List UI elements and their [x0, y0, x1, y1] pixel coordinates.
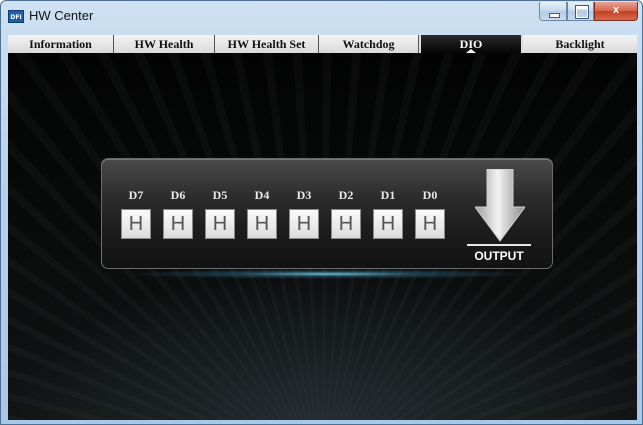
dio-panel: D7 H D6 H D5 H D4 H D3 H D2 H D1 H D0 H …	[101, 158, 553, 269]
output-underline	[467, 244, 531, 246]
down-arrow-icon	[475, 169, 525, 242]
bit-state-button[interactable]: H	[121, 209, 151, 239]
tab-dio[interactable]: DIO	[419, 35, 523, 53]
bit-d5: D5 H	[205, 185, 235, 239]
maximize-button[interactable]	[567, 2, 594, 21]
bit-d6: D6 H	[163, 185, 193, 239]
bit-state-button[interactable]: H	[415, 209, 445, 239]
bit-label: D5	[212, 188, 228, 202]
output-direction-toggle[interactable]: OUTPUT	[465, 167, 537, 265]
tab-bar: Information HW Health HW Health Set Watc…	[8, 35, 637, 53]
tab-hw-health-set[interactable]: HW Health Set	[215, 35, 319, 53]
panel-glow	[128, 269, 528, 279]
tab-label: Information	[29, 37, 92, 51]
bit-label: D2	[338, 188, 354, 202]
window-title: HW Center	[29, 8, 94, 23]
bit-d3: D3 H	[289, 185, 319, 239]
minimize-button[interactable]	[539, 2, 567, 21]
output-label: OUTPUT	[474, 249, 524, 263]
bit-state-button[interactable]: H	[331, 209, 361, 239]
tab-backlight[interactable]: Backlight	[523, 35, 637, 53]
bit-d4: D4 H	[247, 185, 277, 239]
title-bar[interactable]: DFI HW Center x	[1, 1, 642, 35]
bit-state-button[interactable]: H	[247, 209, 277, 239]
bit-state-button[interactable]: H	[205, 209, 235, 239]
bit-label: D7	[128, 188, 144, 202]
tab-label: HW Health	[134, 37, 194, 51]
tab-label: Watchdog	[342, 37, 395, 51]
bit-d1: D1 H	[373, 185, 403, 239]
tab-information[interactable]: Information	[8, 35, 114, 53]
bit-d7: D7 H	[121, 185, 151, 239]
tab-label: Backlight	[555, 37, 605, 51]
bit-label: D6	[170, 188, 186, 202]
bit-state-button[interactable]: H	[373, 209, 403, 239]
bit-label: D1	[380, 188, 396, 202]
bit-state-button[interactable]: H	[289, 209, 319, 239]
tab-hw-health[interactable]: HW Health	[114, 35, 215, 53]
client-area: Information HW Health HW Health Set Watc…	[8, 35, 637, 420]
bit-label: D4	[254, 188, 270, 202]
close-button[interactable]: x	[594, 2, 638, 21]
active-tab-marker-icon	[466, 49, 476, 53]
tab-watchdog[interactable]: Watchdog	[319, 35, 419, 53]
bit-d0: D0 H	[415, 185, 445, 239]
bit-state-button[interactable]: H	[163, 209, 193, 239]
app-window: DFI HW Center x Information HW Health HW…	[0, 0, 643, 425]
bit-label: D0	[422, 188, 438, 202]
bit-d2: D2 H	[331, 185, 361, 239]
tab-label: HW Health Set	[227, 37, 306, 51]
bit-label: D3	[296, 188, 312, 202]
app-logo-icon: DFI	[8, 10, 24, 23]
